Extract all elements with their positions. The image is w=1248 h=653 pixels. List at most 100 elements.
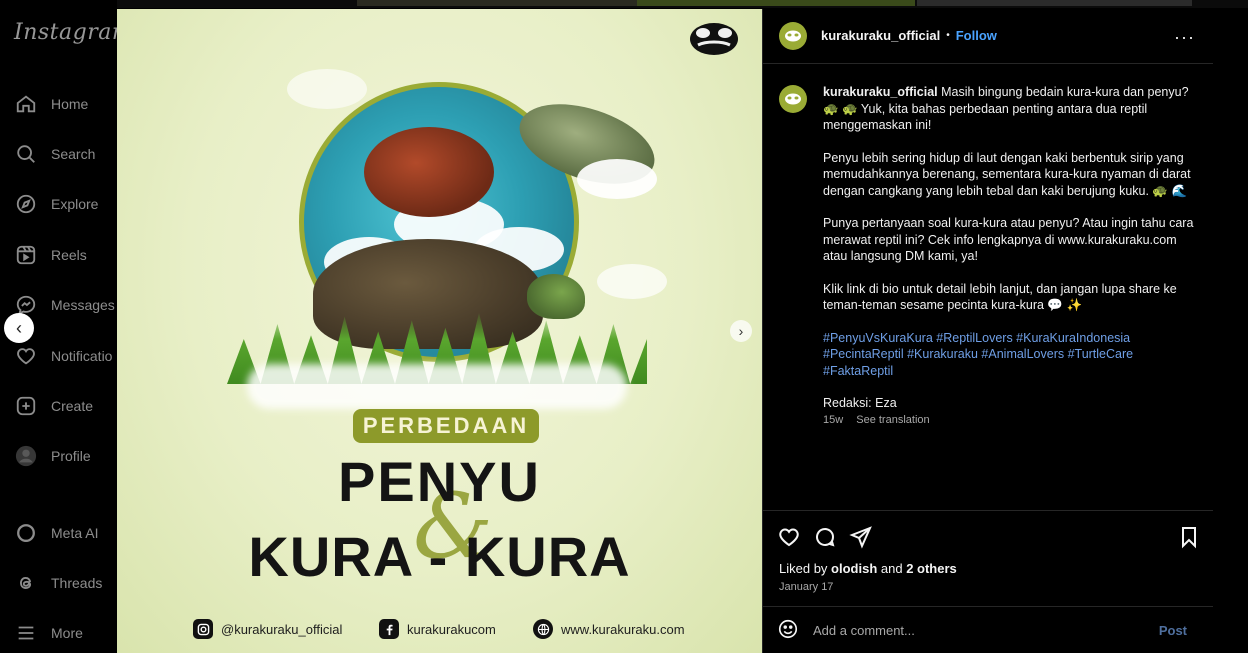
separator-dot: • — [946, 30, 950, 41]
cloud — [577, 159, 657, 199]
sidebar-item-label: More — [51, 625, 83, 641]
send-icon — [849, 526, 872, 549]
sidebar-item-search[interactable]: Search — [14, 140, 95, 168]
sidebar-item-meta-ai[interactable]: Meta AI — [14, 519, 98, 547]
social-facebook: kurakurakucom — [379, 619, 496, 639]
sidebar-item-label: Search — [51, 146, 96, 162]
sidebar-item-label: Messages — [51, 297, 115, 313]
brand-logo-icon — [690, 23, 738, 55]
subtitle-pill: PERBEDAAN — [353, 409, 539, 443]
background-thumb — [917, 0, 1192, 6]
post-details-panel: kurakuraku_official • Follow ··· kurakur… — [762, 9, 1213, 653]
post-header: kurakuraku_official • Follow ··· — [763, 9, 1213, 64]
like-button[interactable] — [777, 525, 801, 549]
heart-icon — [14, 344, 38, 368]
threads-icon — [14, 571, 38, 595]
instagram-icon — [193, 619, 213, 639]
sea-turtle-image — [364, 127, 494, 217]
liked-prefix: Liked by — [779, 561, 832, 576]
fog-image — [247, 364, 627, 409]
reels-icon — [14, 243, 38, 267]
sidebar-item-threads[interactable]: Threads — [14, 569, 102, 597]
bookmark-icon — [1182, 527, 1196, 549]
menu-icon — [14, 621, 38, 645]
likes-summary: Liked by olodish and 2 others — [779, 561, 957, 576]
chevron-right-icon: › — [738, 323, 744, 339]
profile-avatar-icon — [14, 444, 38, 468]
social-facebook-handle: kurakurakucom — [407, 621, 496, 637]
sidebar-item-label: Explore — [51, 196, 99, 212]
sidebar-item-label: Notificatio — [51, 348, 113, 364]
sidebar-item-explore[interactable]: Explore — [14, 190, 98, 218]
sidebar-item-reels[interactable]: Reels — [14, 241, 87, 269]
sidebar-item-label: Reels — [51, 247, 87, 263]
sidebar-item-create[interactable]: Create — [14, 392, 93, 420]
more-options-button[interactable]: ··· — [1174, 27, 1195, 48]
sidebar-item-notifications[interactable]: Notificatio — [14, 342, 112, 370]
see-translation-link[interactable]: See translation — [856, 414, 929, 426]
caption-hashtags[interactable]: #PenyuVsKuraKura #ReptilLovers #KuraKura… — [823, 330, 1203, 380]
brand-logo-icon — [785, 93, 801, 105]
caption-credit: Redaksi: Eza — [823, 396, 897, 410]
liked-mid: and — [877, 561, 907, 576]
plus-square-icon — [14, 394, 38, 418]
post-actions: Liked by olodish and 2 others January 17 — [763, 510, 1213, 620]
caption-paragraph: Punya pertanyaan soal kura-kura atau pen… — [823, 216, 1194, 263]
liked-others-link[interactable]: 2 others — [906, 561, 957, 576]
sidebar-item-profile[interactable]: Profile — [14, 442, 91, 470]
background-strip — [117, 0, 1248, 8]
title-penyu: PENYU — [338, 450, 541, 513]
sidebar-item-label: Home — [51, 96, 89, 112]
comment-input[interactable] — [813, 622, 1143, 638]
brand-logo-icon — [785, 30, 801, 42]
caption-paragraph: Klik link di bio untuk detail lebih lanj… — [823, 281, 1177, 313]
social-instagram-handle: @kurakuraku_official — [221, 621, 343, 637]
cloud — [287, 69, 367, 109]
follow-button[interactable]: Follow — [956, 28, 997, 43]
author-avatar[interactable] — [779, 22, 807, 50]
instagram-logo[interactable]: Instagram — [14, 20, 133, 45]
compass-icon — [14, 192, 38, 216]
comment-button[interactable] — [813, 525, 837, 549]
save-button[interactable] — [1177, 525, 1201, 549]
sidebar-item-home[interactable]: Home — [14, 90, 88, 118]
social-instagram: @kurakuraku_official — [193, 619, 342, 639]
caption-meta: 15w See translation — [823, 414, 940, 426]
cloud — [597, 264, 667, 299]
liked-user-link[interactable]: olodish — [831, 561, 877, 576]
chevron-left-icon: ‹ — [16, 317, 22, 338]
carousel-prev-button[interactable]: ‹ — [4, 313, 34, 343]
heart-icon — [779, 528, 799, 547]
header-user-row: kurakuraku_official • Follow — [821, 28, 997, 43]
post-comment-button[interactable]: Post — [1159, 623, 1187, 638]
title-kura-kura: KURA - KURA — [248, 525, 631, 588]
facebook-icon — [379, 619, 399, 639]
sidebar-item-messages[interactable]: Messages — [14, 291, 115, 319]
home-icon — [14, 92, 38, 116]
caption-author-avatar[interactable] — [779, 85, 807, 113]
comment-icon — [816, 528, 835, 547]
caption-paragraph: Penyu lebih sering hidup di laut dengan … — [823, 150, 1191, 198]
social-website-url: www.kurakuraku.com — [561, 621, 685, 637]
meta-ai-icon — [14, 521, 38, 545]
comment-bar: Post — [763, 606, 1213, 653]
sidebar-item-label: Create — [51, 398, 94, 414]
tortoise-head-image — [527, 274, 585, 319]
post-date[interactable]: January 17 — [779, 581, 833, 593]
emoji-icon — [778, 619, 798, 639]
caption-username[interactable]: kurakuraku_official — [823, 85, 938, 99]
post-caption: kurakuraku_official Masih bingung bedain… — [823, 84, 1203, 428]
sidebar-item-label: Profile — [51, 448, 91, 464]
carousel-next-button[interactable]: › — [730, 320, 752, 342]
background-thumb — [637, 0, 915, 6]
sidebar-item-more[interactable]: More — [14, 619, 83, 647]
author-username[interactable]: kurakuraku_official — [821, 28, 940, 43]
post-image: PERBEDAAN & PENYU KURA - KURA @kurakurak… — [117, 9, 762, 653]
background-thumb — [357, 0, 637, 6]
search-icon — [14, 142, 38, 166]
post-age: 15w — [823, 414, 844, 426]
social-website: www.kurakuraku.com — [533, 619, 685, 639]
sidebar-item-label: Threads — [51, 575, 103, 591]
emoji-button[interactable] — [777, 618, 801, 642]
share-button[interactable] — [849, 525, 873, 549]
